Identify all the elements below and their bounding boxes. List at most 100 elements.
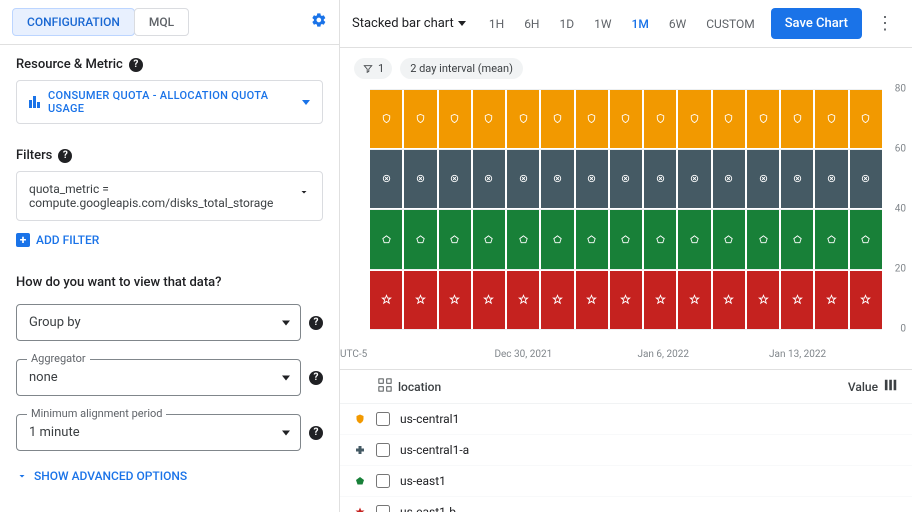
help-icon[interactable]: ?	[309, 371, 323, 385]
bar-segment-us-east1[interactable]	[404, 210, 436, 269]
legend-checkbox[interactable]	[376, 505, 390, 512]
bar-segment-us-central1[interactable]	[404, 89, 436, 148]
help-icon[interactable]: ?	[58, 149, 72, 163]
bar-segment-us-central1-a[interactable]	[747, 150, 779, 209]
metric-selector[interactable]: CONSUMER QUOTA - ALLOCATION QUOTA USAGE	[16, 80, 323, 124]
bar-segment-us-east1-b[interactable]	[610, 271, 642, 330]
time-range-6h[interactable]: 6H	[516, 13, 547, 35]
time-range-custom[interactable]: CUSTOM	[698, 13, 762, 35]
bar-segment-us-central1-a[interactable]	[370, 150, 402, 209]
bar-segment-us-central1-a[interactable]	[439, 150, 471, 209]
legend-row[interactable]: us-east1-b	[340, 497, 912, 512]
min-alignment-select[interactable]: Minimum alignment period 1 minute	[16, 414, 301, 451]
add-filter-button[interactable]: + ADD FILTER	[16, 233, 323, 247]
bar-segment-us-east1[interactable]	[507, 210, 539, 269]
bar-segment-us-east1[interactable]	[713, 210, 745, 269]
legend-row[interactable]: us-east1	[340, 466, 912, 497]
bar-segment-us-east1[interactable]	[644, 210, 676, 269]
bar-segment-us-east1-b[interactable]	[370, 271, 402, 330]
bar-segment-us-east1-b[interactable]	[678, 271, 710, 330]
bar-segment-us-central1-a[interactable]	[678, 150, 710, 209]
gear-icon[interactable]	[311, 12, 327, 32]
bar-segment-us-east1-b[interactable]	[815, 271, 847, 330]
bar-segment-us-east1-b[interactable]	[644, 271, 676, 330]
bar-segment-us-east1[interactable]	[576, 210, 608, 269]
legend-row[interactable]: us-central1	[340, 404, 912, 435]
bar-segment-us-east1[interactable]	[850, 210, 882, 269]
view-question: How do you want to view that data?	[16, 275, 323, 290]
columns-icon[interactable]	[884, 378, 898, 395]
time-range-1d[interactable]: 1D	[552, 13, 583, 35]
bar-segment-us-east1[interactable]	[781, 210, 813, 269]
filter-row[interactable]: quota_metric = compute.googleapis.com/di…	[16, 171, 323, 221]
bar-segment-us-east1-b[interactable]	[507, 271, 539, 330]
help-icon[interactable]: ?	[309, 426, 323, 440]
show-advanced-button[interactable]: SHOW ADVANCED OPTIONS	[16, 469, 323, 483]
bar-segment-us-east1[interactable]	[541, 210, 573, 269]
time-range-6w[interactable]: 6W	[661, 13, 694, 35]
bar-segment-us-central1-a[interactable]	[644, 150, 676, 209]
bar-segment-us-east1-b[interactable]	[541, 271, 573, 330]
bar-segment-us-central1-a[interactable]	[713, 150, 745, 209]
time-range-1m[interactable]: 1M	[624, 13, 657, 35]
bar-segment-us-central1-a[interactable]	[850, 150, 882, 209]
bar-segment-us-east1[interactable]	[815, 210, 847, 269]
help-icon[interactable]: ?	[309, 316, 323, 330]
bar-segment-us-central1[interactable]	[815, 89, 847, 148]
bar-segment-us-central1[interactable]	[541, 89, 573, 148]
bar-segment-us-central1[interactable]	[850, 89, 882, 148]
legend-row[interactable]: us-central1-a	[340, 435, 912, 466]
bar-segment-us-central1-a[interactable]	[507, 150, 539, 209]
groupby-select[interactable]: Group by	[16, 304, 301, 341]
bar-segment-us-central1-a[interactable]	[781, 150, 813, 209]
bar-segment-us-central1[interactable]	[473, 89, 505, 148]
bar-segment-us-central1[interactable]	[507, 89, 539, 148]
chart-panel: Stacked bar chart 1H6H1D1W1M6WCUSTOM Sav…	[340, 0, 912, 512]
bar-segment-us-east1[interactable]	[610, 210, 642, 269]
bar-segment-us-east1-b[interactable]	[439, 271, 471, 330]
time-range-1h[interactable]: 1H	[481, 13, 512, 35]
bar-segment-us-east1-b[interactable]	[473, 271, 505, 330]
bar-segment-us-central1[interactable]	[370, 89, 402, 148]
tab-mql[interactable]: MQL	[134, 8, 189, 36]
bar-segment-us-central1[interactable]	[439, 89, 471, 148]
bar-segment-us-east1[interactable]	[473, 210, 505, 269]
bar-segment-us-central1-a[interactable]	[473, 150, 505, 209]
bar-segment-us-east1[interactable]	[747, 210, 779, 269]
bar-segment-us-central1[interactable]	[576, 89, 608, 148]
filter-chip[interactable]: 1	[354, 58, 392, 79]
legend-checkbox[interactable]	[376, 474, 390, 488]
bar-segment-us-central1[interactable]	[747, 89, 779, 148]
bar-segment-us-east1[interactable]	[439, 210, 471, 269]
bar-segment-us-central1-a[interactable]	[404, 150, 436, 209]
chart-type-select[interactable]: Stacked bar chart	[352, 16, 466, 31]
bar-segment-us-central1-a[interactable]	[576, 150, 608, 209]
chart-header: Stacked bar chart 1H6H1D1W1M6WCUSTOM Sav…	[340, 0, 912, 48]
bar-segment-us-central1[interactable]	[713, 89, 745, 148]
legend-checkbox[interactable]	[376, 443, 390, 457]
time-range-1w[interactable]: 1W	[586, 13, 619, 35]
interval-chip[interactable]: 2 day interval (mean)	[400, 58, 523, 79]
bar-segment-us-east1-b[interactable]	[576, 271, 608, 330]
bar-segment-us-central1-a[interactable]	[610, 150, 642, 209]
bar-segment-us-central1-a[interactable]	[541, 150, 573, 209]
bar-segment-us-east1-b[interactable]	[850, 271, 882, 330]
save-chart-button[interactable]: Save Chart	[771, 8, 862, 39]
aggregator-select[interactable]: Aggregator none	[16, 359, 301, 396]
help-icon[interactable]: ?	[129, 58, 143, 72]
bar-segment-us-east1-b[interactable]	[781, 271, 813, 330]
bar-segment-us-central1[interactable]	[678, 89, 710, 148]
bar-segment-us-east1[interactable]	[370, 210, 402, 269]
more-menu-icon[interactable]: ⋮	[870, 13, 900, 34]
bar-segment-us-central1[interactable]	[644, 89, 676, 148]
bar-segment-us-east1[interactable]	[678, 210, 710, 269]
bar-segment-us-central1[interactable]	[610, 89, 642, 148]
legend-header: location Value	[340, 370, 912, 404]
bar-segment-us-east1-b[interactable]	[404, 271, 436, 330]
bar-segment-us-central1-a[interactable]	[815, 150, 847, 209]
bar-segment-us-east1-b[interactable]	[747, 271, 779, 330]
bar-segment-us-central1[interactable]	[781, 89, 813, 148]
tab-configuration[interactable]: CONFIGURATION	[12, 8, 135, 36]
bar-segment-us-east1-b[interactable]	[713, 271, 745, 330]
legend-checkbox[interactable]	[376, 412, 390, 426]
